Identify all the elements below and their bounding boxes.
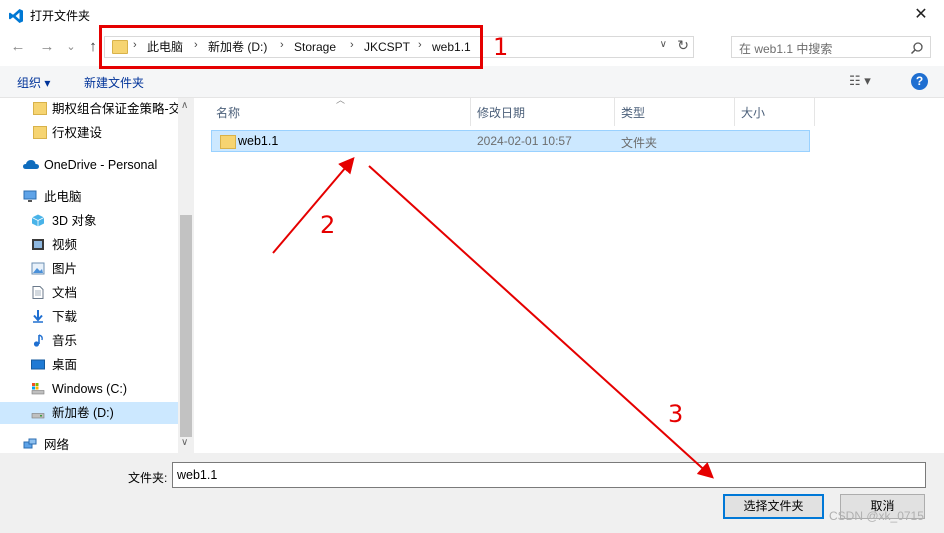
arrow-to-folder [272, 156, 355, 254]
annotation-arrows [272, 156, 714, 479]
arrow-to-select-button [368, 165, 714, 479]
